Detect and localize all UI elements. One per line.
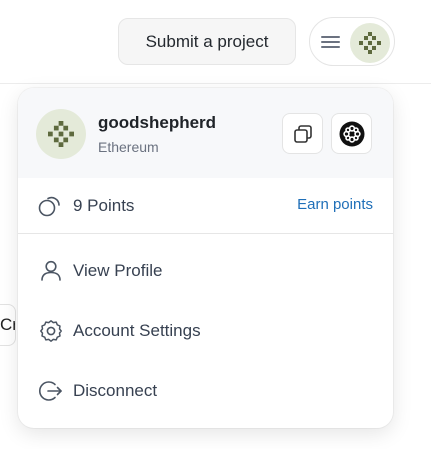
copy-address-button[interactable]	[282, 113, 323, 154]
profile-header: goodshepherd Ethereum	[18, 88, 393, 178]
account-settings-item[interactable]: Account Settings	[18, 305, 393, 357]
disconnect-item[interactable]: Disconnect	[18, 365, 393, 417]
points-row: 9 Points Earn points	[18, 178, 393, 234]
submit-project-label: Submit a project	[145, 31, 269, 51]
background-create-label: Cre	[0, 315, 15, 334]
network-logo-icon	[339, 121, 364, 146]
account-settings-label: Account Settings	[73, 321, 201, 340]
profile-network: Ethereum	[98, 139, 159, 155]
hamburger-icon	[321, 34, 341, 50]
gear-icon	[40, 320, 62, 342]
avatar-mark-icon	[359, 32, 381, 54]
view-profile-label: View Profile	[73, 261, 163, 280]
profile-avatar	[36, 109, 86, 159]
profile-username: goodshepherd	[98, 113, 217, 132]
header-divider	[0, 83, 431, 84]
submit-project-button[interactable]: Submit a project	[118, 18, 296, 65]
page: Submit a project C goodshepherd Ethereum…	[0, 0, 431, 449]
account-dropdown: goodshepherd Ethereum 9 Points Earn poin…	[18, 88, 393, 428]
user-icon	[41, 260, 61, 281]
logout-icon	[39, 381, 62, 401]
account-menu-toggle[interactable]	[309, 17, 395, 66]
avatar-mark-icon	[48, 121, 74, 147]
disconnect-label: Disconnect	[73, 381, 158, 400]
earn-points-link[interactable]: Earn points	[297, 196, 373, 213]
background-create-button[interactable]: Cre	[0, 304, 16, 346]
view-profile-item[interactable]: View Profile	[18, 245, 393, 297]
network-button[interactable]	[331, 113, 372, 154]
copy-icon	[293, 124, 312, 143]
points-count: 9 Points	[73, 196, 135, 215]
points-icon	[38, 196, 60, 217]
avatar	[350, 23, 390, 63]
